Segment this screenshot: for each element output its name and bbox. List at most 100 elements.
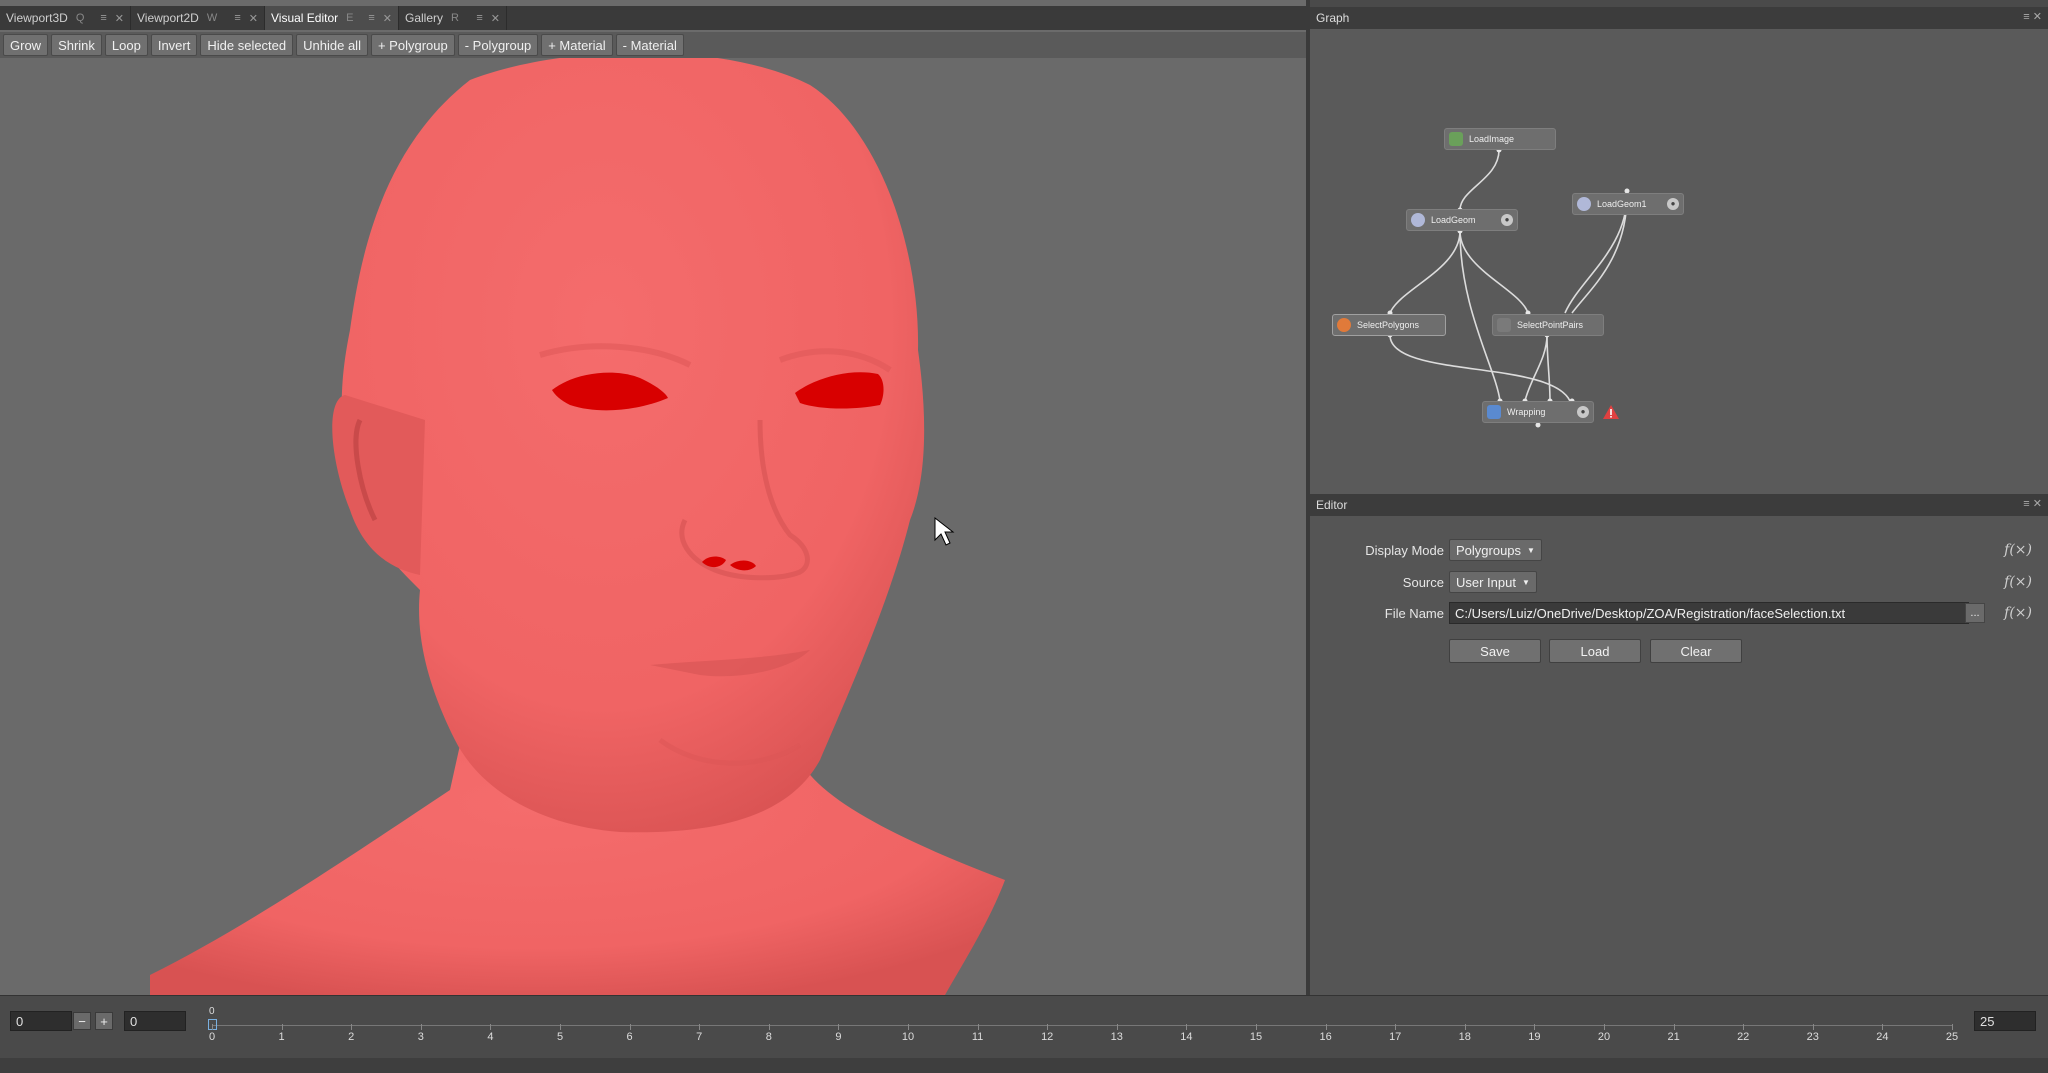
selection-toolbar: Grow Shrink Loop Invert Hide selected Un… bbox=[0, 32, 1306, 58]
tick-mark bbox=[490, 1024, 492, 1030]
tick-mark bbox=[1116, 1024, 1118, 1030]
tick-mark bbox=[281, 1024, 283, 1030]
menu-icon[interactable]: ≡ bbox=[476, 12, 482, 24]
close-icon[interactable]: ✕ bbox=[249, 12, 258, 25]
tab-viewport2d[interactable]: Viewport2D W ≡ ✕ bbox=[131, 6, 265, 30]
graph-node-selectpolygons[interactable]: SelectPolygons bbox=[1332, 314, 1446, 336]
menu-icon[interactable]: ≡ bbox=[100, 12, 106, 24]
tab-shortcut: Q bbox=[75, 12, 85, 24]
grow-button[interactable]: Grow bbox=[3, 34, 49, 56]
tick-mark bbox=[629, 1024, 631, 1030]
select-polygons-icon bbox=[1337, 318, 1351, 332]
tick-label: 23 bbox=[1806, 1031, 1819, 1043]
tick-label: 8 bbox=[765, 1031, 772, 1043]
tab-viewport3d[interactable]: Viewport3D Q ≡ ✕ bbox=[0, 6, 131, 30]
close-icon[interactable]: ✕ bbox=[491, 12, 500, 25]
function-icon[interactable]: f(×) bbox=[2004, 542, 2032, 558]
browse-button[interactable]: ... bbox=[1965, 603, 1985, 623]
graph-node-loadgeom1[interactable]: LoadGeom1 ● bbox=[1572, 193, 1684, 215]
tick-label: 7 bbox=[696, 1031, 703, 1043]
tick-label: 3 bbox=[417, 1031, 424, 1043]
tick-mark bbox=[420, 1024, 422, 1030]
graph-connections bbox=[1387, 147, 1630, 428]
graph-node-selectpointpairs[interactable]: SelectPointPairs bbox=[1492, 314, 1604, 336]
panel-controls[interactable]: ≡ ✕ bbox=[2023, 10, 2042, 23]
tab-label: Visual Editor bbox=[271, 11, 339, 25]
tab-visual-editor[interactable]: Visual Editor E ≡ ✕ bbox=[265, 6, 399, 30]
tick-label: 11 bbox=[971, 1031, 984, 1043]
tick-mark bbox=[1673, 1024, 1675, 1030]
node-label: LoadImage bbox=[1469, 134, 1515, 144]
hide-selected-button[interactable]: Hide selected bbox=[200, 34, 294, 56]
editor-panel-header: Editor ≡ ✕ bbox=[1310, 494, 2048, 516]
chevron-down-icon: ▼ bbox=[1521, 577, 1530, 587]
shrink-button[interactable]: Shrink bbox=[51, 34, 102, 56]
add-polygroup-button[interactable]: + Polygroup bbox=[370, 34, 455, 56]
panel-controls[interactable]: ≡ ✕ bbox=[2023, 497, 2042, 510]
tick-label: 4 bbox=[487, 1031, 494, 1043]
tick-label: 24 bbox=[1876, 1031, 1889, 1043]
mouse-cursor bbox=[934, 516, 955, 546]
frame-ruler[interactable]: 0 0 1 2 3 4 5 6 7 8 9 10 11 12 13 14 15 16 17 18 19 20 21 22 23… bbox=[208, 1006, 1958, 1046]
tab-gallery[interactable]: Gallery R ≡ ✕ bbox=[399, 6, 507, 30]
tab-shortcut: R bbox=[451, 12, 459, 24]
add-material-button[interactable]: + Material bbox=[541, 34, 613, 56]
graph-node-wrapping[interactable]: Wrapping ● bbox=[1482, 401, 1594, 423]
graph-node-loadimage[interactable]: LoadImage bbox=[1444, 128, 1556, 150]
tick-mark bbox=[1395, 1024, 1397, 1030]
display-mode-dropdown[interactable]: Polygroups ▼ bbox=[1449, 539, 1542, 561]
visibility-icon[interactable]: ● bbox=[1577, 406, 1589, 418]
unhide-all-button[interactable]: Unhide all bbox=[296, 34, 368, 56]
load-button[interactable]: Load bbox=[1549, 639, 1641, 663]
menu-icon[interactable]: ≡ bbox=[234, 12, 240, 24]
head-mesh[interactable] bbox=[0, 58, 1306, 995]
loop-button[interactable]: Loop bbox=[104, 34, 148, 56]
node-label: Wrapping bbox=[1507, 407, 1546, 417]
close-icon[interactable]: ✕ bbox=[115, 12, 124, 25]
tick-mark bbox=[838, 1024, 840, 1030]
tick-mark bbox=[1882, 1024, 1884, 1030]
clear-button[interactable]: Clear bbox=[1650, 639, 1742, 663]
visibility-icon[interactable]: ● bbox=[1501, 214, 1513, 226]
image-icon bbox=[1449, 132, 1463, 146]
tick-mark bbox=[1743, 1024, 1745, 1030]
save-button[interactable]: Save bbox=[1449, 639, 1541, 663]
source-dropdown[interactable]: User Input ▼ bbox=[1449, 571, 1537, 593]
remove-polygroup-button[interactable]: - Polygroup bbox=[457, 34, 539, 56]
3d-viewport[interactable] bbox=[0, 58, 1306, 995]
tick-label: 15 bbox=[1249, 1031, 1263, 1043]
dropdown-value: Polygroups bbox=[1456, 542, 1522, 558]
warning-icon[interactable] bbox=[1602, 404, 1620, 420]
tick-mark bbox=[1186, 1024, 1188, 1030]
node-graph[interactable]: LoadImage LoadGeom ● LoadGeom1 ● SelectP… bbox=[1310, 29, 2048, 495]
tab-label: Gallery bbox=[405, 11, 444, 25]
start-frame-input[interactable]: 0 bbox=[10, 1011, 72, 1031]
function-icon[interactable]: f(×) bbox=[2004, 605, 2032, 621]
current-frame-input[interactable]: 0 bbox=[124, 1011, 186, 1031]
close-icon[interactable]: ✕ bbox=[383, 12, 392, 25]
function-icon[interactable]: f(×) bbox=[2004, 574, 2032, 590]
file-name-input[interactable]: C:/Users/Luiz/OneDrive/Desktop/ZOA/Regis… bbox=[1449, 602, 1969, 624]
visibility-icon[interactable]: ● bbox=[1667, 198, 1679, 210]
dropdown-value: User Input bbox=[1456, 574, 1516, 590]
decrement-button[interactable]: − bbox=[73, 1012, 91, 1030]
tick-label: 22 bbox=[1737, 1031, 1750, 1043]
end-frame-input[interactable]: 25 bbox=[1974, 1011, 2036, 1031]
menu-icon[interactable]: ≡ bbox=[368, 12, 374, 24]
ruler-track bbox=[212, 1025, 1952, 1026]
wrapping-icon bbox=[1487, 405, 1501, 419]
tick-label: 16 bbox=[1319, 1031, 1332, 1043]
tick-label: 20 bbox=[1597, 1031, 1611, 1043]
node-label: LoadGeom1 bbox=[1597, 199, 1647, 209]
tick-label: 18 bbox=[1458, 1031, 1471, 1043]
tab-label: Viewport2D bbox=[137, 11, 199, 25]
tick-mark bbox=[977, 1024, 979, 1030]
graph-panel-header: Graph ≡ ✕ bbox=[1310, 7, 2048, 29]
graph-title: Graph bbox=[1316, 11, 1350, 25]
increment-button[interactable]: + bbox=[95, 1012, 113, 1030]
app-window: Viewport3D Q ≡ ✕ Viewport2D W ≡ ✕ Visual… bbox=[0, 0, 2048, 1073]
invert-button[interactable]: Invert bbox=[150, 34, 198, 56]
graph-node-loadgeom[interactable]: LoadGeom ● bbox=[1406, 209, 1518, 231]
tick-mark bbox=[1952, 1024, 1953, 1030]
remove-material-button[interactable]: - Material bbox=[615, 34, 684, 56]
